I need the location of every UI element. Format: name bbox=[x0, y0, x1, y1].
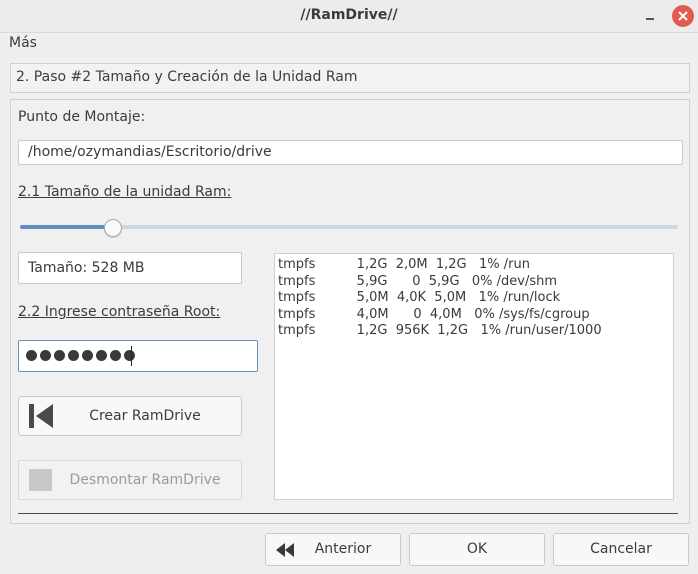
password-dot bbox=[40, 350, 51, 361]
ok-button[interactable]: OK bbox=[409, 533, 545, 566]
step-title: 2. Paso #2 Tamaño y Creación de la Unida… bbox=[16, 69, 358, 85]
root-password-field[interactable] bbox=[18, 340, 258, 372]
close-button[interactable] bbox=[672, 5, 694, 27]
text-caret bbox=[131, 346, 132, 366]
unmount-ramdrive-label: Desmontar RamDrive bbox=[69, 472, 221, 488]
ramdrive-window: //RamDrive// Más 2. Paso #2 Tamaño y Cre… bbox=[0, 0, 698, 574]
back-button[interactable]: Anterior bbox=[265, 533, 401, 566]
minimize-button[interactable] bbox=[640, 6, 660, 26]
slider-fill bbox=[20, 225, 113, 229]
create-ramdrive-label: Crear RamDrive bbox=[89, 408, 201, 424]
password-dot bbox=[96, 350, 107, 361]
ram-size-label: 2.1 Tamaño de la unidad Ram: bbox=[18, 184, 232, 200]
ok-button-label: OK bbox=[466, 541, 488, 557]
step-header: 2. Paso #2 Tamaño y Creación de la Unida… bbox=[10, 63, 690, 93]
password-dot bbox=[68, 350, 79, 361]
create-ramdrive-button[interactable]: Crear RamDrive bbox=[18, 396, 242, 436]
cancel-button-label: Cancelar bbox=[590, 541, 652, 557]
df-output-text: tmpfs 1,2G 2,0M 1,2G 1% /run tmpfs 5,9G … bbox=[278, 257, 602, 339]
dialog-buttons: Anterior OK Cancelar bbox=[0, 523, 698, 574]
filesystem-output[interactable]: tmpfs 1,2G 2,0M 1,2G 1% /run tmpfs 5,9G … bbox=[274, 253, 674, 500]
menu-item-mas[interactable]: Más bbox=[9, 35, 37, 51]
close-icon bbox=[678, 11, 688, 21]
root-password-label: 2.2 Ingrese contraseña Root: bbox=[18, 304, 221, 320]
size-display-field: Tamaño: 528 MB bbox=[18, 252, 242, 284]
back-button-label: Anterior bbox=[314, 541, 372, 557]
window-title: //RamDrive// bbox=[300, 7, 398, 23]
mount-point-value: /home/ozymandias/Escritorio/drive bbox=[28, 144, 272, 160]
size-display-value: Tamaño: 528 MB bbox=[28, 260, 145, 276]
password-mask bbox=[26, 350, 135, 361]
password-dot bbox=[26, 350, 37, 361]
mount-point-label: Punto de Montaje: bbox=[18, 109, 146, 125]
password-dot bbox=[54, 350, 65, 361]
minimize-icon bbox=[646, 18, 654, 20]
menu-bar: Más bbox=[0, 33, 698, 57]
cancel-button[interactable]: Cancelar bbox=[553, 533, 689, 566]
password-dot bbox=[124, 350, 135, 361]
unmount-ramdrive-button[interactable]: Desmontar RamDrive bbox=[18, 460, 242, 500]
mount-point-field[interactable]: /home/ozymandias/Escritorio/drive bbox=[18, 140, 683, 165]
separator bbox=[18, 513, 678, 514]
slider-handle[interactable] bbox=[104, 219, 123, 237]
title-bar[interactable]: //RamDrive// bbox=[0, 0, 698, 33]
password-dot bbox=[110, 350, 121, 361]
password-dot bbox=[82, 350, 93, 361]
